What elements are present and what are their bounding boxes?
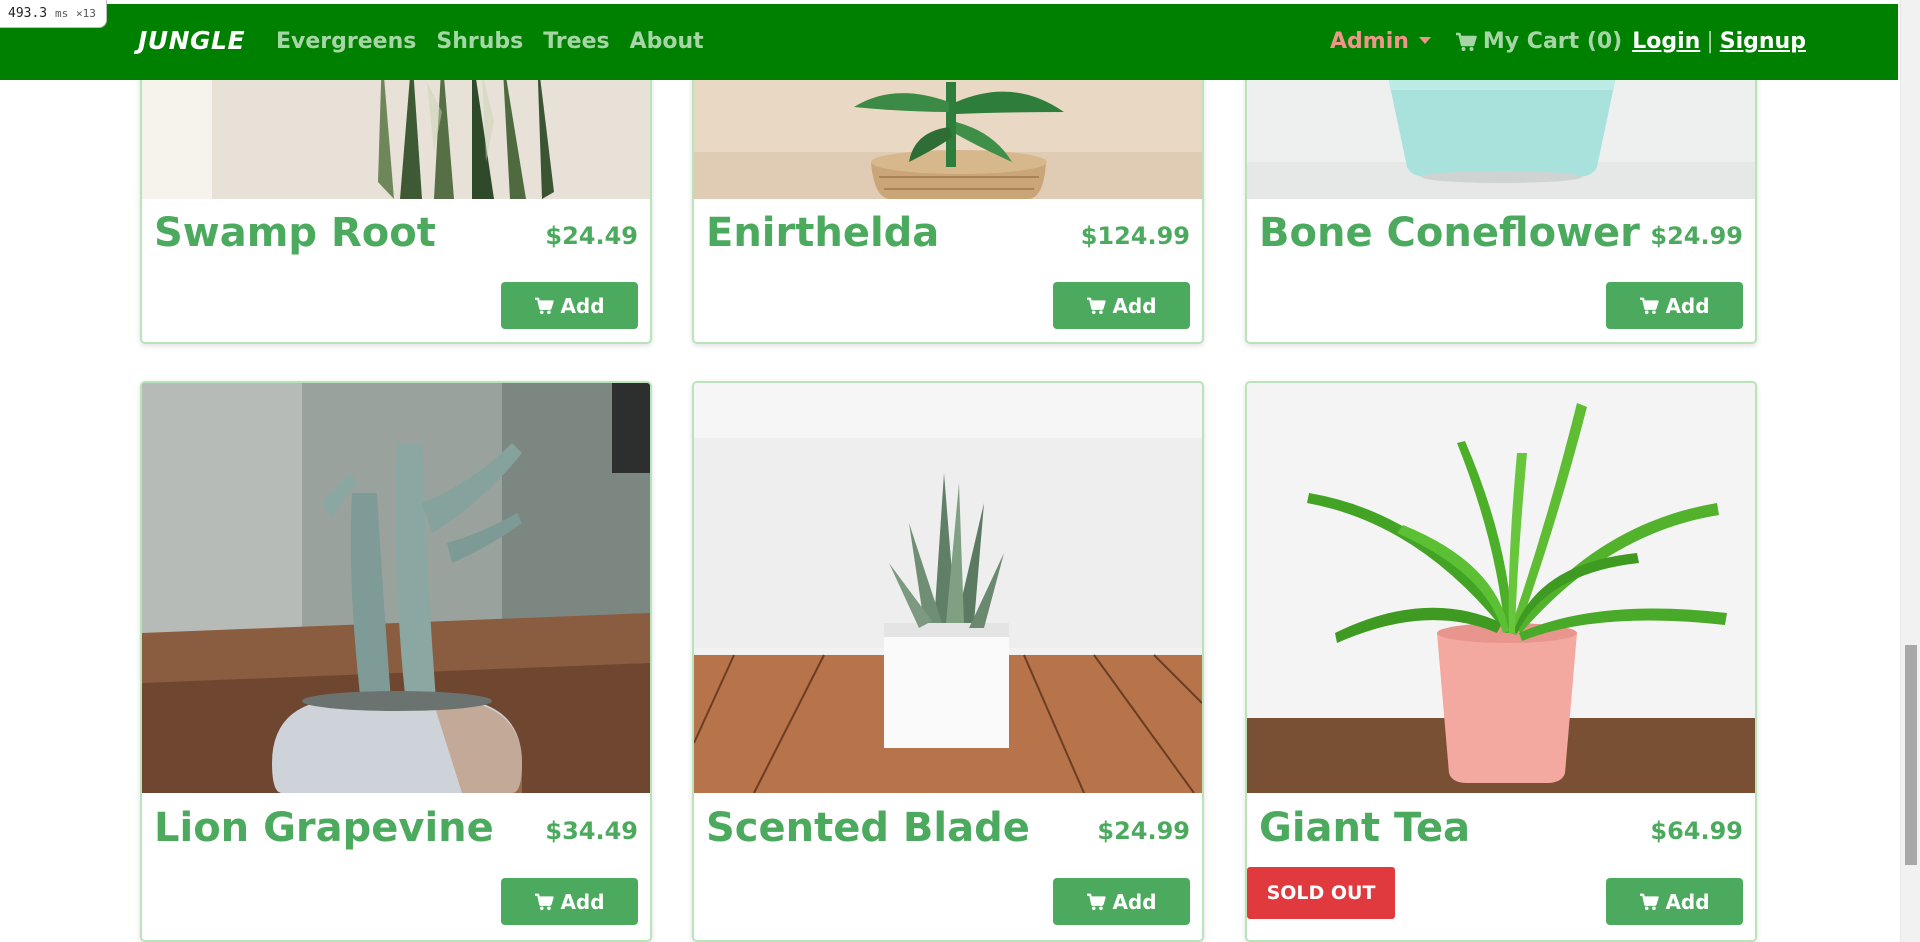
perf-value: 493.3	[8, 6, 48, 21]
product-price: $124.99	[1080, 222, 1190, 250]
add-button-label: Add	[1112, 293, 1157, 318]
product-name: Giant Tea	[1259, 805, 1471, 851]
add-to-cart-button[interactable]: Add	[1053, 878, 1190, 925]
product-price: $24.99	[1650, 222, 1743, 250]
product-image	[694, 383, 1202, 793]
sold-out-badge: SOLD OUT	[1247, 867, 1395, 919]
caret-down-icon	[1418, 37, 1431, 44]
product-name: Enirthelda	[706, 210, 940, 256]
add-to-cart-button[interactable]: Add	[1606, 878, 1743, 925]
product-card: Scented Blade $24.99 Add	[692, 381, 1204, 942]
nav-link-trees[interactable]: Trees	[543, 29, 609, 54]
product-card: Giant Tea $64.99 SOLD OUT Add	[1245, 381, 1757, 942]
add-to-cart-button[interactable]: Add	[1606, 282, 1743, 329]
product-card: Enirthelda $124.99 Add	[692, 50, 1204, 344]
cart-icon	[1455, 32, 1477, 51]
product-name: Bone Coneflower	[1259, 210, 1640, 256]
nav-link-about[interactable]: About	[630, 29, 704, 54]
perf-badge: 493.3 ms ×13	[0, 0, 107, 28]
product-price: $34.49	[545, 817, 638, 845]
add-button-label: Add	[560, 889, 605, 914]
signup-link[interactable]: Signup	[1720, 29, 1806, 54]
perf-unit: ms	[54, 7, 69, 20]
brand-logo[interactable]: JUNGLE	[138, 26, 245, 55]
product-card: Bone Coneflower $24.99 Add	[1245, 50, 1757, 344]
cart-icon	[1640, 893, 1660, 910]
nav-link-evergreens[interactable]: Evergreens	[276, 29, 416, 54]
cart-icon	[535, 893, 555, 910]
add-to-cart-button[interactable]: Add	[501, 878, 638, 925]
add-to-cart-button[interactable]: Add	[1053, 282, 1190, 329]
product-name: Lion Grapevine	[154, 805, 494, 851]
add-button-label: Add	[1665, 889, 1710, 914]
product-price: $24.99	[1097, 817, 1190, 845]
product-image	[1247, 383, 1755, 793]
auth-separator: |	[1706, 29, 1714, 54]
cart-label: My Cart (0)	[1482, 29, 1623, 54]
page-scrollbar[interactable]	[1900, 0, 1920, 942]
add-button-label: Add	[1665, 293, 1710, 318]
cart-icon	[1640, 297, 1660, 314]
nav-links: Evergreens Shrubs Trees About	[276, 29, 704, 54]
cart-icon	[535, 297, 555, 314]
add-button-label: Add	[560, 293, 605, 318]
cart-icon	[1087, 893, 1107, 910]
product-name: Swamp Root	[154, 210, 436, 256]
add-button-label: Add	[1112, 889, 1157, 914]
my-cart-link[interactable]: My Cart (0)	[1455, 29, 1622, 54]
product-price: $64.99	[1650, 817, 1743, 845]
product-card: Swamp Root $24.49 Add	[140, 50, 652, 344]
product-name: Scented Blade	[706, 805, 1030, 851]
product-card: Lion Grapevine $34.49 Add	[140, 381, 652, 942]
perf-multiplier: ×13	[76, 7, 96, 20]
login-link[interactable]: Login	[1632, 29, 1700, 54]
product-price: $24.49	[545, 222, 638, 250]
admin-label: Admin	[1330, 29, 1409, 54]
cart-icon	[1087, 297, 1107, 314]
add-to-cart-button[interactable]: Add	[501, 282, 638, 329]
product-image	[142, 383, 650, 793]
navbar: JUNGLE Evergreens Shrubs Trees About Adm…	[0, 4, 1898, 80]
admin-dropdown[interactable]: Admin	[1330, 29, 1431, 54]
scrollbar-thumb[interactable]	[1905, 645, 1917, 865]
nav-right: Admin My Cart (0) Login | Signup	[1330, 29, 1806, 54]
nav-link-shrubs[interactable]: Shrubs	[436, 29, 523, 54]
